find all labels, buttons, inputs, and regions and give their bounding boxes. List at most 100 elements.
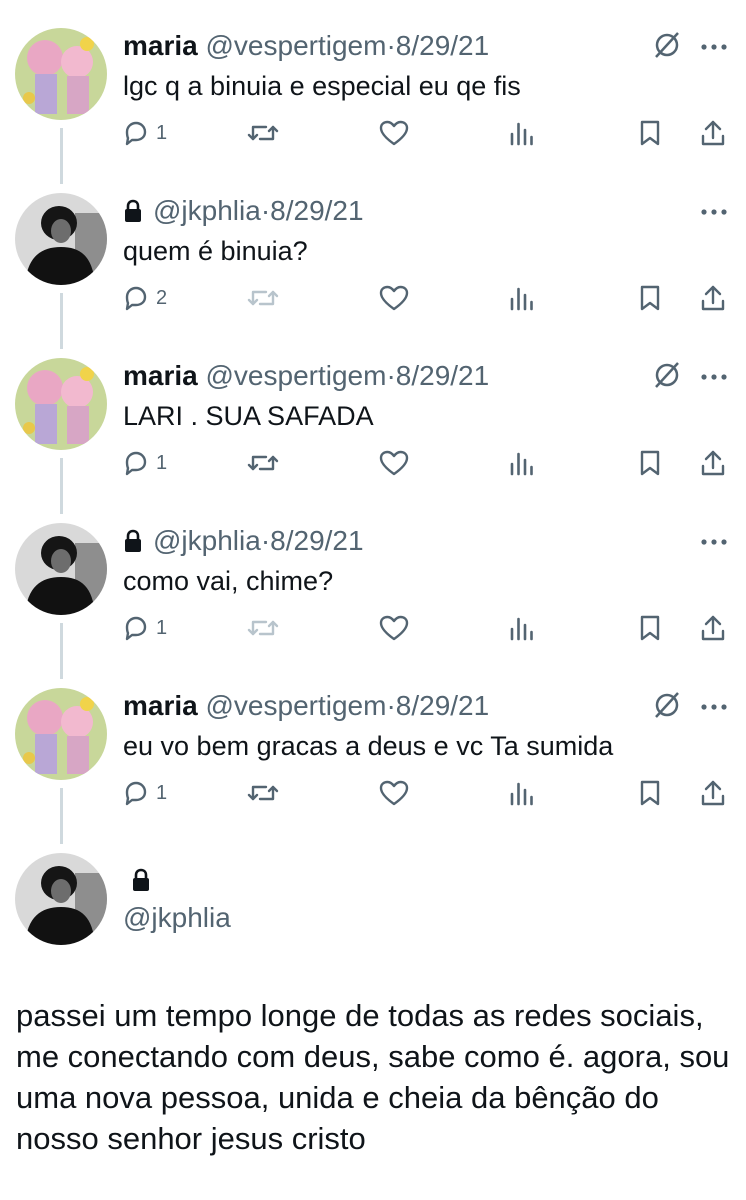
- separator: ·: [386, 30, 396, 61]
- retweet-button[interactable]: [246, 282, 280, 314]
- display-name[interactable]: maria: [123, 690, 198, 721]
- avatar-image: [15, 853, 107, 945]
- tweet-date[interactable]: 8/29/21: [270, 195, 363, 226]
- like-button[interactable]: [378, 612, 410, 644]
- views-icon: [510, 122, 533, 146]
- user-handle[interactable]: @jkphlia: [123, 902, 231, 934]
- display-name[interactable]: maria: [123, 30, 198, 61]
- retweet-icon: [247, 785, 279, 801]
- reply-button[interactable]: 2: [122, 282, 167, 314]
- bookmark-button[interactable]: [638, 612, 662, 644]
- reply-count: 1: [156, 451, 168, 474]
- views-button[interactable]: [509, 447, 535, 479]
- tweet-actions: 1: [0, 777, 746, 809]
- user-handle[interactable]: @jkphlia: [153, 525, 261, 556]
- like-icon: [379, 285, 409, 311]
- tweet-text: lgc q a binuia e especial eu qe fis: [123, 71, 521, 101]
- share-button[interactable]: [699, 777, 727, 809]
- retweet-icon: [247, 290, 279, 306]
- avatar-image: [15, 28, 107, 120]
- tweet[interactable]: @jkphlia·8/29/21 como vai, chime? 1: [0, 458, 746, 679]
- thread-line: [60, 822, 63, 837]
- share-button[interactable]: [699, 612, 727, 644]
- separator: ·: [386, 690, 396, 721]
- reply-count: 1: [156, 121, 168, 144]
- reply-icon: [125, 616, 147, 641]
- tweet-date[interactable]: 8/29/21: [396, 30, 489, 61]
- bookmark-button[interactable]: [638, 777, 662, 809]
- tweet-header: maria @vespertigem·8/29/21: [123, 360, 489, 392]
- views-button[interactable]: [509, 282, 535, 314]
- share-icon: [701, 615, 725, 641]
- views-icon: [510, 617, 533, 641]
- avatar[interactable]: [15, 193, 107, 285]
- like-icon: [379, 450, 409, 476]
- avatar-image: [15, 523, 107, 615]
- more-icon[interactable]: [700, 533, 728, 551]
- views-button[interactable]: [509, 117, 535, 149]
- reply-button[interactable]: 1: [122, 117, 167, 149]
- tweet-text: como vai, chime?: [123, 566, 334, 596]
- display-name[interactable]: maria: [123, 360, 198, 391]
- more-icon[interactable]: [700, 368, 728, 386]
- like-icon: [379, 615, 409, 641]
- views-icon: [510, 782, 533, 806]
- retweet-button[interactable]: [246, 612, 280, 644]
- retweet-button[interactable]: [246, 447, 280, 479]
- lock-icon: [131, 868, 151, 897]
- avatar[interactable]: [15, 853, 107, 945]
- retweet-button[interactable]: [246, 777, 280, 809]
- thread-line: [60, 458, 63, 495]
- tweet[interactable]: maria @vespertigem·8/29/21 LARI . SUA SA…: [0, 293, 746, 514]
- avatar[interactable]: [15, 28, 107, 120]
- user-handle[interactable]: @vespertigem: [206, 30, 387, 61]
- like-button[interactable]: [378, 447, 410, 479]
- user-handle[interactable]: @vespertigem: [206, 690, 387, 721]
- avatar[interactable]: [15, 358, 107, 450]
- lock-icon: [123, 198, 143, 230]
- retweet-button[interactable]: [246, 117, 280, 149]
- bookmark-button[interactable]: [638, 117, 662, 149]
- retweet-icon: [247, 620, 279, 636]
- like-button[interactable]: [378, 117, 410, 149]
- reply-button[interactable]: 1: [122, 777, 167, 809]
- tweet-date[interactable]: 8/29/21: [396, 360, 489, 391]
- share-icon: [701, 285, 725, 311]
- avatar[interactable]: [15, 688, 107, 780]
- bookmark-button[interactable]: [638, 282, 662, 314]
- views-button[interactable]: [509, 777, 535, 809]
- share-button[interactable]: [699, 282, 727, 314]
- like-button[interactable]: [378, 282, 410, 314]
- tweet-header: @jkphlia·8/29/21: [123, 195, 364, 230]
- reply-icon: [125, 781, 147, 806]
- muted-icon[interactable]: [652, 30, 682, 65]
- bookmark-button[interactable]: [638, 447, 662, 479]
- avatar-image: [15, 688, 107, 780]
- user-handle[interactable]: @jkphlia: [153, 195, 261, 226]
- avatar[interactable]: [15, 523, 107, 615]
- avatar-image: [15, 193, 107, 285]
- more-icon[interactable]: [700, 698, 728, 716]
- avatar-image: [15, 358, 107, 450]
- more-icon[interactable]: [700, 38, 728, 56]
- share-button[interactable]: [699, 117, 727, 149]
- tweet-text: LARI . SUA SAFADA: [123, 401, 374, 431]
- bookmark-icon: [640, 450, 660, 476]
- more-icon[interactable]: [700, 203, 728, 221]
- views-button[interactable]: [509, 612, 535, 644]
- share-button[interactable]: [699, 447, 727, 479]
- tweet-date[interactable]: 8/29/21: [270, 525, 363, 556]
- reply-button[interactable]: 1: [122, 447, 167, 479]
- muted-icon[interactable]: [652, 690, 682, 725]
- tweet-text: passei um tempo longe de todas as redes …: [16, 998, 730, 1156]
- reply-button[interactable]: 1: [122, 612, 167, 644]
- user-handle[interactable]: @vespertigem: [206, 360, 387, 391]
- tweet[interactable]: maria @vespertigem·8/29/21 lgc q a binui…: [0, 0, 746, 184]
- tweet[interactable]: @jkphlia·8/29/21 quem é binuia? 2: [0, 128, 746, 349]
- tweet-actions: 1: [0, 612, 746, 644]
- reply-count: 1: [156, 616, 168, 639]
- tweet[interactable]: maria @vespertigem·8/29/21 eu vo bem gra…: [0, 623, 746, 844]
- tweet-date[interactable]: 8/29/21: [396, 690, 489, 721]
- muted-icon[interactable]: [652, 360, 682, 395]
- like-button[interactable]: [378, 777, 410, 809]
